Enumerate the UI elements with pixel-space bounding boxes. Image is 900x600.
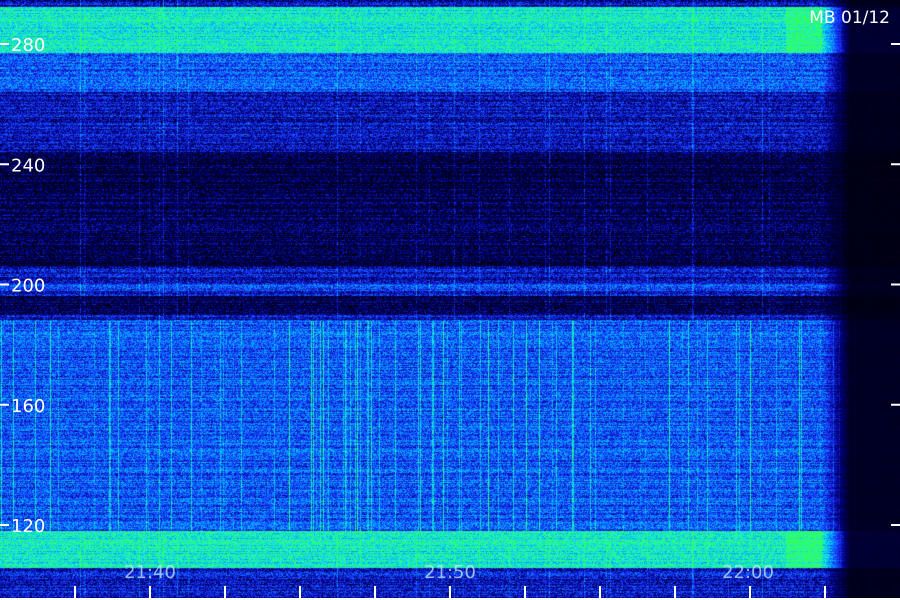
y-tick-label: 200	[11, 276, 45, 297]
chart-title: MB 01/12	[809, 8, 890, 28]
y-axis-ticks: 120 160 200 240 280	[0, 35, 900, 537]
y-tick-label: 120	[11, 516, 45, 537]
y-tick-label: 240	[11, 155, 45, 176]
x-tick-label: 22:00	[722, 562, 774, 583]
y-tick-label: 280	[11, 35, 45, 56]
axes-overlay: 120 160 200 240 280 21:40 21:50 22:00 MB 01/12	[0, 8, 900, 600]
x-tick-label: 21:50	[424, 562, 476, 583]
x-axis-ticks: 21:40 21:50 22:00	[0, 562, 900, 600]
y-tick-label: 160	[11, 396, 45, 417]
x-tick-label: 21:40	[124, 562, 176, 583]
